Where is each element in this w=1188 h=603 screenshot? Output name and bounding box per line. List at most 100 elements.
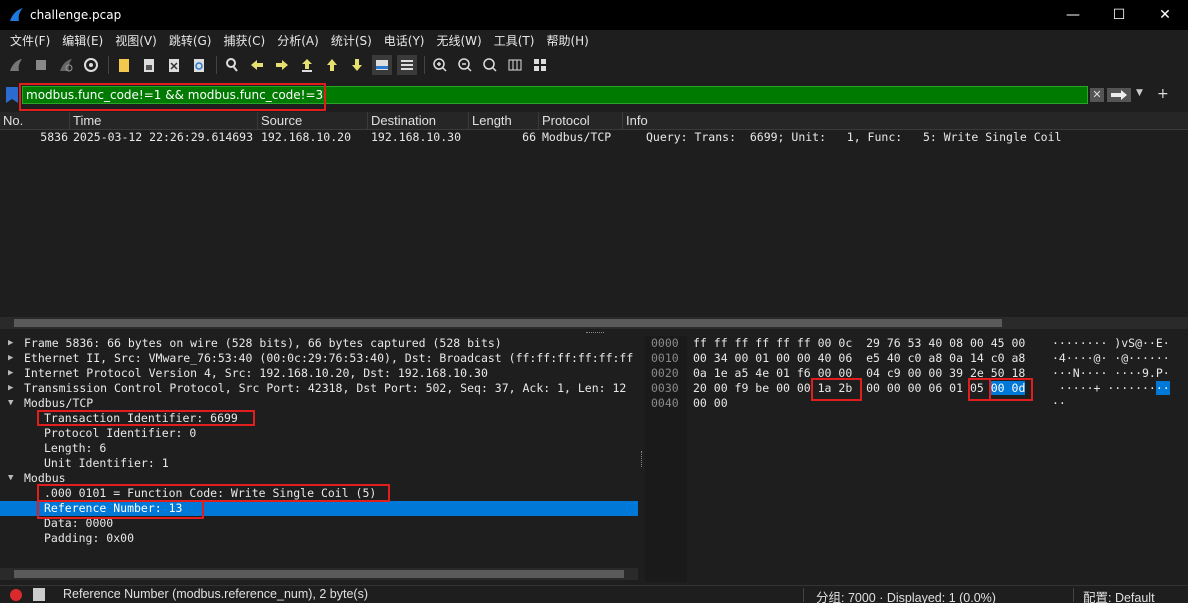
column-destination[interactable]: Destination [368, 112, 469, 129]
menu-file[interactable]: 文件(F) [4, 32, 56, 49]
menu-wireless[interactable]: 无线(W) [431, 32, 488, 49]
column-info[interactable]: Info [623, 112, 1188, 129]
filter-bookmark-icon[interactable] [6, 87, 18, 103]
expert-info-icon[interactable] [10, 589, 22, 601]
menu-statistics[interactable]: 统计(S) [325, 32, 378, 49]
column-protocol[interactable]: Protocol [539, 112, 623, 129]
packet-no: 5836 [40, 130, 68, 144]
menu-edit[interactable]: 编辑(E) [56, 32, 109, 49]
column-time[interactable]: Time [70, 112, 258, 129]
tree-item-tcp[interactable]: ▶ Transmission Control Protocol, Src Port… [0, 381, 638, 396]
packet-row[interactable]: 5836 2025-03-12 22:26:29.614693 192.168.… [0, 130, 1188, 145]
close-button[interactable]: ✕ [1142, 0, 1188, 30]
ascii-segment: ·····+ ······· [1052, 381, 1156, 395]
hex-bytes[interactable]: 00 34 00 01 00 00 40 06 e5 40 c0 a8 0a 1… [693, 351, 1025, 366]
hex-bytes[interactable]: ff ff ff ff ff ff 00 0c 29 76 53 40 08 0… [693, 336, 1025, 351]
byte-offset: 0010 [651, 351, 679, 365]
add-filter-button[interactable]: + [1157, 86, 1169, 102]
tree-item-modbus[interactable]: ▼ Modbus [0, 471, 638, 486]
hex-transaction-id: 1a 2b [817, 381, 853, 395]
go-forward-icon[interactable] [272, 55, 292, 75]
apply-filter-button[interactable] [1107, 88, 1131, 102]
tree-item-ethernet[interactable]: ▶ Ethernet II, Src: VMware_76:53:40 (00:0… [0, 351, 638, 366]
menu-go[interactable]: 跳转(G) [163, 32, 218, 49]
capture-comment-icon[interactable] [33, 588, 45, 601]
tree-item-label: Modbus/TCP [24, 396, 94, 410]
packet-info: Query: Trans: 6699; Unit: 1, Func: 5: Wr… [646, 130, 1062, 144]
resize-columns-icon[interactable] [505, 55, 525, 75]
go-last-icon[interactable] [347, 55, 367, 75]
expand-subtrees-icon[interactable] [530, 55, 550, 75]
start-capture-icon[interactable] [6, 55, 26, 75]
ascii-bytes[interactable]: ·· [1052, 396, 1066, 411]
go-to-packet-icon[interactable] [297, 55, 317, 75]
stop-capture-icon[interactable] [31, 55, 51, 75]
go-back-icon[interactable] [247, 55, 267, 75]
scrollbar-thumb[interactable] [14, 319, 1002, 327]
reload-file-icon[interactable] [189, 55, 209, 75]
expand-arrow-icon[interactable]: ▶ [8, 336, 13, 351]
menu-telephony[interactable]: 电话(Y) [378, 32, 431, 49]
details-scrollbar[interactable] [0, 568, 638, 580]
filter-history-dropdown-icon[interactable]: ▼ [1136, 88, 1143, 98]
tree-item-transaction-id[interactable]: Transaction Identifier: 6699 [0, 411, 638, 426]
selected-field-status: Reference Number (modbus.reference_num),… [63, 587, 368, 601]
minimize-button[interactable]: — [1050, 0, 1096, 30]
menu-view[interactable]: 视图(V) [109, 32, 163, 49]
menu-analyze[interactable]: 分析(A) [271, 32, 325, 49]
colorize-icon[interactable] [397, 55, 417, 75]
collapse-arrow-icon[interactable]: ▼ [8, 471, 13, 486]
toolbar-divider [108, 56, 109, 74]
packet-list-scrollbar[interactable] [0, 317, 1188, 329]
tree-item-unit-id[interactable]: Unit Identifier: 1 [0, 456, 638, 471]
tree-item-frame[interactable]: ▶ Frame 5836: 66 bytes on wire (528 bits)… [0, 336, 638, 351]
close-file-icon[interactable] [164, 55, 184, 75]
tree-item-label: .000 0101 = Function Code: Write Single … [44, 486, 377, 500]
ascii-bytes[interactable]: ···N···· ····9.P· [1052, 366, 1170, 381]
ascii-highlight: ·· [1155, 381, 1170, 395]
menu-tools[interactable]: 工具(T) [488, 32, 541, 49]
packet-list: No. Time Source Destination Length Proto… [0, 112, 1188, 330]
column-no[interactable]: No. [0, 112, 70, 129]
capture-options-icon[interactable] [81, 55, 101, 75]
zoom-reset-icon[interactable] [480, 55, 500, 75]
hex-bytes[interactable]: 20 00 f9 be 00 00 1a 2b 00 00 00 06 01 0… [693, 381, 1026, 396]
open-file-icon[interactable] [114, 55, 134, 75]
tree-item-reference-number[interactable]: Reference Number: 13 [0, 501, 638, 516]
ascii-bytes[interactable]: ········ )vS@··E· [1052, 336, 1170, 351]
tree-item-padding[interactable]: Padding: 0x00 [0, 531, 638, 546]
collapse-arrow-icon[interactable]: ▼ [8, 396, 13, 411]
status-divider [1073, 588, 1074, 602]
details-bytes-splitter[interactable] [638, 336, 645, 582]
tree-item-modbus-tcp[interactable]: ▼ Modbus/TCP [0, 396, 638, 411]
scrollbar-thumb[interactable] [14, 570, 624, 578]
expand-arrow-icon[interactable]: ▶ [8, 381, 13, 396]
ascii-bytes[interactable]: ·4····@· ·@······ [1052, 351, 1170, 366]
maximize-button[interactable]: ☐ [1096, 0, 1142, 30]
menu-capture[interactable]: 捕获(C) [217, 32, 271, 49]
tree-item-function-code[interactable]: .000 0101 = Function Code: Write Single … [0, 486, 638, 501]
profile-status[interactable]: 配置: Default [1083, 587, 1155, 603]
zoom-out-icon[interactable] [455, 55, 475, 75]
expand-arrow-icon[interactable]: ▶ [8, 366, 13, 381]
column-length[interactable]: Length [469, 112, 539, 129]
clear-filter-button[interactable]: ✕ [1090, 88, 1104, 102]
find-packet-icon[interactable] [222, 55, 242, 75]
autoscroll-icon[interactable] [372, 55, 392, 75]
tree-item-label: Transmission Control Protocol, Src Port:… [24, 381, 627, 395]
hex-bytes[interactable]: 0a 1e a5 4e 01 f6 00 00 04 c9 00 00 39 2… [693, 366, 1025, 381]
restart-capture-icon[interactable] [56, 55, 76, 75]
menu-help[interactable]: 帮助(H) [540, 32, 594, 49]
tree-item-ip[interactable]: ▶ Internet Protocol Version 4, Src: 192.1… [0, 366, 638, 381]
zoom-in-icon[interactable] [430, 55, 450, 75]
display-filter-input[interactable]: modbus.func_code!=1 && modbus.func_code!… [22, 86, 1088, 104]
ascii-bytes[interactable]: ·····+ ········· [1052, 381, 1170, 396]
expand-arrow-icon[interactable]: ▶ [8, 351, 13, 366]
tree-item-length[interactable]: Length: 6 [0, 441, 638, 456]
tree-item-data[interactable]: Data: 0000 [0, 516, 638, 531]
save-file-icon[interactable] [139, 55, 159, 75]
hex-bytes[interactable]: 00 00 [693, 396, 728, 411]
tree-item-protocol-id[interactable]: Protocol Identifier: 0 [0, 426, 638, 441]
go-first-icon[interactable] [322, 55, 342, 75]
column-source[interactable]: Source [258, 112, 368, 129]
